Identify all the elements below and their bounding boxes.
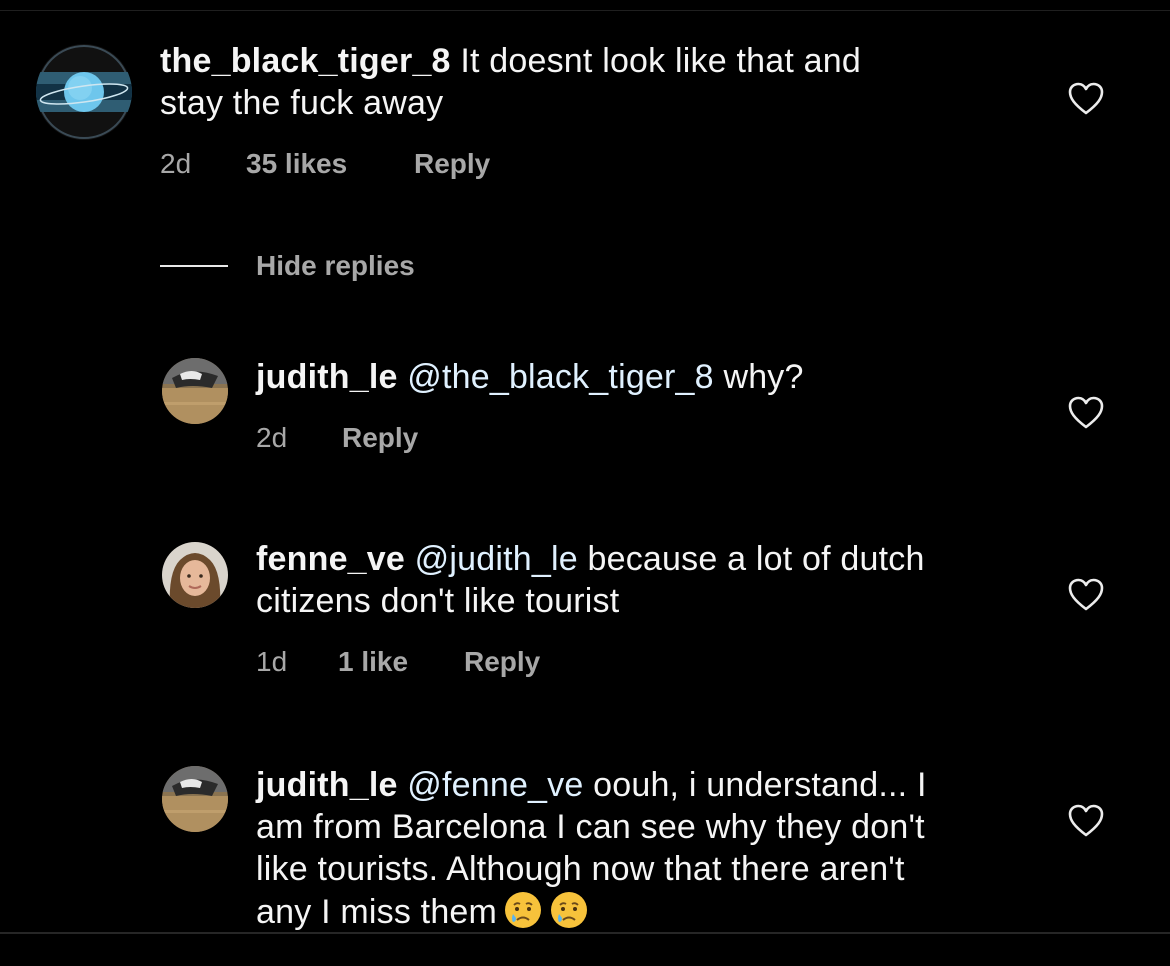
comment-time: 2d <box>160 148 192 179</box>
avatar[interactable] <box>36 44 132 140</box>
hide-replies-line <box>160 265 228 267</box>
like-heart-icon[interactable] <box>1068 396 1104 430</box>
crying-face-emoji-icon <box>505 892 542 928</box>
comment-time: 1d <box>256 646 288 677</box>
like-heart-icon[interactable] <box>1068 578 1104 612</box>
cat-photo-avatar-icon <box>162 766 228 832</box>
comment-text-line2: am from Barcelona I can see why they don… <box>256 808 925 846</box>
comment-text-line2: stay the fuck away <box>160 84 444 122</box>
reply-button[interactable]: Reply <box>414 148 490 180</box>
reply-button[interactable]: Reply <box>342 422 418 454</box>
avatar[interactable] <box>162 358 228 424</box>
avatar[interactable] <box>162 542 228 608</box>
cat-photo-avatar-icon <box>162 358 228 424</box>
comment-username[interactable]: fenne_ve <box>256 540 405 578</box>
comment-username[interactable]: judith_le <box>256 766 398 804</box>
hide-replies-toggle[interactable]: Hide replies <box>160 250 415 282</box>
comment-time: 2d <box>256 422 288 453</box>
person-photo-avatar-icon <box>162 542 228 608</box>
comment-text-line1: because a lot of dutch <box>587 540 925 578</box>
comment-text-line3: like tourists. Although now that there a… <box>256 850 905 888</box>
planet-avatar-icon <box>36 44 132 140</box>
comment-text-line2: citizens don't like tourist <box>256 582 620 620</box>
mention-link[interactable]: @judith_le <box>415 540 578 578</box>
top-divider <box>0 10 1170 11</box>
like-heart-icon[interactable] <box>1068 82 1104 116</box>
comment-text: why? <box>723 358 804 396</box>
comment-text-line4: any I miss them <box>256 893 498 931</box>
bottom-divider <box>0 932 1170 934</box>
comment-likes-count[interactable]: 35 likes <box>246 148 414 180</box>
hide-replies-label[interactable]: Hide replies <box>256 250 415 282</box>
mention-link[interactable]: @fenne_ve <box>407 766 583 804</box>
reply-button[interactable]: Reply <box>464 646 540 678</box>
like-heart-icon[interactable] <box>1068 804 1104 838</box>
avatar[interactable] <box>162 766 228 832</box>
comment-text-line1: It doesnt look like that and <box>460 42 861 80</box>
comment-username[interactable]: the_black_tiger_8 <box>160 42 451 80</box>
comment-username[interactable]: judith_le <box>256 358 398 396</box>
crying-face-emoji-icon <box>551 892 588 928</box>
mention-link[interactable]: @the_black_tiger_8 <box>407 358 714 396</box>
comment-likes-count[interactable]: 1 like <box>338 646 464 678</box>
comment-text-line1: oouh, i understand... I <box>593 766 927 804</box>
